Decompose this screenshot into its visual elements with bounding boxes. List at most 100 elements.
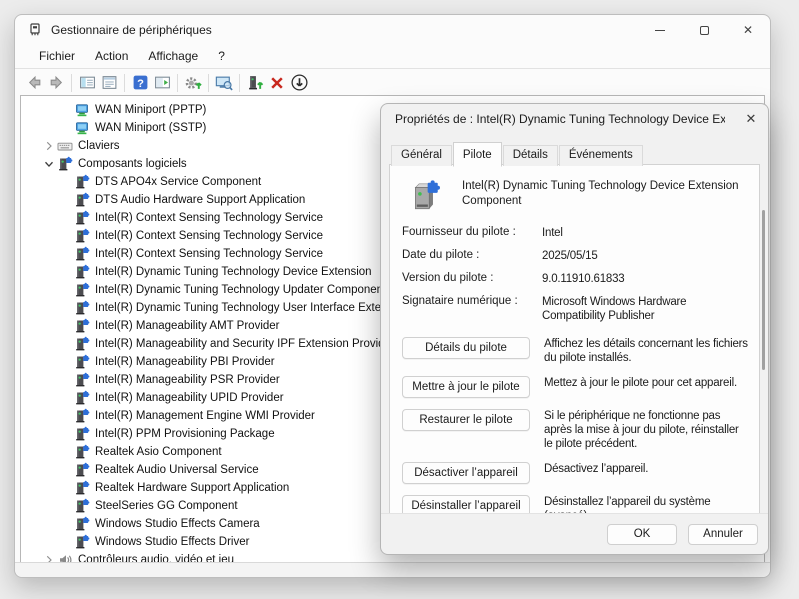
network-adapter-icon [74,102,90,118]
field-value: Intel [542,226,749,240]
driver-field-row: Version du pilote : 9.0.11910.61833 [402,272,749,286]
menu-item-?[interactable]: ? [208,46,235,67]
action-description: Si le périphérique ne fonctionne pas apr… [544,409,749,451]
software-component-icon [74,354,90,370]
ok-button[interactable]: OK [607,524,677,545]
toolbar-separator [208,74,209,92]
détails-du-pilote-button[interactable]: Détails du pilote [402,337,530,359]
minimize-button[interactable] [638,15,682,45]
scan-hardware-changes-icon[interactable] [213,73,235,93]
close-icon: ✕ [746,111,757,127]
toolbar-separator [71,74,72,92]
driver-fields: Fournisseur du pilote : Intel Date du pi… [402,226,749,323]
driver-action-row: Restaurer le pilote Si le périphérique n… [402,409,749,451]
désactiver-l-appareil-button[interactable]: Désactiver l’appareil [402,462,530,484]
dialog-title-bar[interactable]: Propriétés de : Intel(R) Dynamic Tuning … [381,104,768,134]
uninstall-device-icon[interactable] [266,73,288,93]
forward-icon[interactable] [45,73,67,93]
software-component-icon [74,300,90,316]
maximize-button[interactable] [682,15,726,45]
driver-action-row: Désinstaller l’appareil Désinstallez l’a… [402,495,749,515]
tab-général[interactable]: Général [391,145,452,166]
menu-item-fichier[interactable]: Fichier [29,46,85,67]
software-component-icon [74,210,90,226]
mettre-à-jour-le-pilote-button[interactable]: Mettre à jour le pilote [402,376,530,398]
properties-dialog: Propriétés de : Intel(R) Dynamic Tuning … [380,103,769,555]
software-component-icon [74,264,90,280]
help-icon[interactable]: ? [129,73,151,93]
update-driver-gear-icon[interactable] [182,73,204,93]
software-component-icon [74,426,90,442]
software-component-icon [74,228,90,244]
action-description: Désactivez l’appareil. [544,462,749,484]
show-console-tree-icon[interactable] [76,73,98,93]
field-label: Version du pilote : [402,272,542,286]
software-component-icon [74,444,90,460]
software-component-icon [74,336,90,352]
software-component-icon [74,246,90,262]
dialog-title: Propriétés de : Intel(R) Dynamic Tuning … [395,112,725,126]
vertical-scrollbar-thumb[interactable] [762,210,765,370]
network-adapter-icon [74,120,90,136]
software-component-icon [74,282,90,298]
toolbar-separator [124,74,125,92]
driver-field-row: Signataire numérique : Microsoft Windows… [402,295,749,323]
cancel-button[interactable]: Annuler [688,524,758,545]
device-manager-app-icon [27,22,43,38]
software-component-icon [74,390,90,406]
toolbar: ? [15,70,770,95]
driver-actions: Détails du pilote Affichez les détails c… [402,337,749,515]
action-description: Mettez à jour le pilote pour cet apparei… [544,376,749,398]
field-value: 2025/05/15 [542,249,749,263]
action-description: Désinstallez l’appareil du système (avan… [544,495,749,515]
desktop: Gestionnaire de périphériques ✕ FichierA… [0,0,799,599]
toolbar-separator [177,74,178,92]
menu-item-action[interactable]: Action [85,46,138,67]
device-header: Intel(R) Dynamic Tuning Technology Devic… [402,177,749,213]
close-button[interactable]: ✕ [726,15,770,45]
software-component-icon [74,498,90,514]
tab-détails[interactable]: Détails [503,145,558,166]
dialog-tabs: GénéralPiloteDétailsÉvénements [391,141,644,166]
driver-field-row: Fournisseur du pilote : Intel [402,226,749,240]
software-component-icon [74,318,90,334]
dialog-close-button[interactable]: ✕ [734,104,768,134]
software-component-icon [74,516,90,532]
software-component-icon [74,480,90,496]
menu-item-affichage[interactable]: Affichage [138,46,208,67]
title-bar[interactable]: Gestionnaire de périphériques ✕ [15,15,770,45]
svg-text:?: ? [137,78,144,90]
chevron-expanded-icon[interactable] [41,156,57,172]
software-component-icon [74,372,90,388]
driver-action-row: Détails du pilote Affichez les détails c… [402,337,749,365]
restaurer-le-pilote-button[interactable]: Restaurer le pilote [402,409,530,431]
close-icon: ✕ [743,24,753,36]
disable-device-icon[interactable] [288,73,310,93]
window-footer [15,562,770,577]
chevron-collapsed-icon[interactable] [41,138,57,154]
software-component-device-icon [408,179,442,213]
driver-action-row: Mettre à jour le pilote Mettez à jour le… [402,376,749,398]
tab-pilote[interactable]: Pilote [453,142,502,167]
software-component-icon [74,408,90,424]
action-description: Affichez les détails concernant les fich… [544,337,749,365]
software-component-icon [57,156,73,172]
keyboard-icon [57,138,73,154]
window-title: Gestionnaire de périphériques [51,23,212,37]
toolbar-separator [239,74,240,92]
software-component-icon [74,462,90,478]
driver-action-row: Désactiver l’appareil Désactivez l’appar… [402,462,749,484]
properties-icon[interactable] [98,73,120,93]
field-label: Fournisseur du pilote : [402,226,542,240]
device-update-icon[interactable] [244,73,266,93]
show-action-pane-icon[interactable] [151,73,173,93]
driver-field-row: Date du pilote : 2025/05/15 [402,249,749,263]
field-label: Signataire numérique : [402,295,542,323]
back-icon[interactable] [23,73,45,93]
software-component-icon [74,534,90,550]
désinstaller-l-appareil-button[interactable]: Désinstaller l’appareil [402,495,530,515]
field-value: Microsoft Windows Hardware Compatibility… [542,295,749,323]
software-component-icon [74,174,90,190]
software-component-icon [74,192,90,208]
tab-événements[interactable]: Événements [559,145,643,166]
